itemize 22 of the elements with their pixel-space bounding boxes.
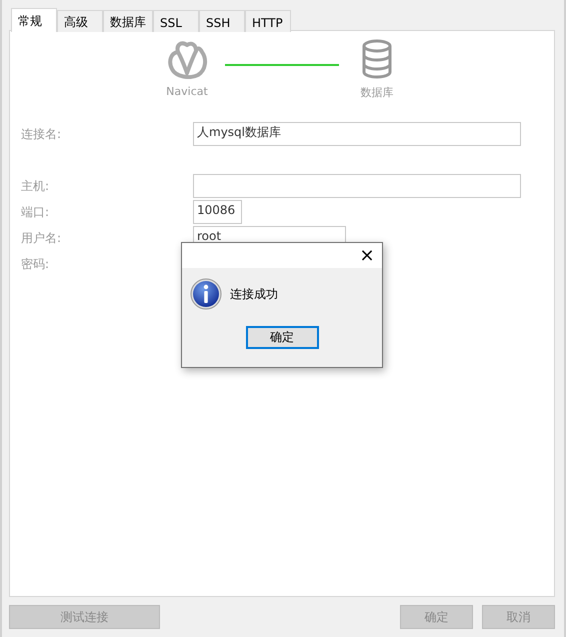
field-label: 用户名: bbox=[21, 230, 62, 246]
navicat-label: Navicat bbox=[166, 85, 208, 98]
tab[interactable]: 数据库 bbox=[103, 10, 153, 32]
close-button[interactable]: × bbox=[352, 243, 382, 268]
tab[interactable]: SSL bbox=[153, 10, 199, 32]
database-icon bbox=[361, 39, 393, 79]
input-field[interactable] bbox=[193, 174, 521, 198]
field-label: 主机: bbox=[21, 178, 50, 194]
info-icon bbox=[190, 278, 222, 310]
tab[interactable]: SSH bbox=[199, 10, 245, 32]
tab[interactable]: 常规 bbox=[11, 8, 57, 32]
ok-button[interactable]: 确定 bbox=[246, 326, 318, 349]
field-label: 端口: bbox=[21, 204, 50, 220]
input-field[interactable]: 人mysql数据库 bbox=[193, 122, 521, 146]
navicat-logo-icon bbox=[166, 39, 208, 79]
field-label: 连接名: bbox=[21, 126, 62, 142]
dialog-message: 连接成功 bbox=[230, 286, 278, 302]
input-field[interactable]: 10086 bbox=[193, 200, 242, 224]
tab[interactable]: 高级 bbox=[57, 10, 103, 32]
tab[interactable]: HTTP bbox=[245, 10, 291, 32]
field-label: 密码: bbox=[21, 256, 50, 272]
database-label: 数据库 bbox=[360, 85, 394, 100]
